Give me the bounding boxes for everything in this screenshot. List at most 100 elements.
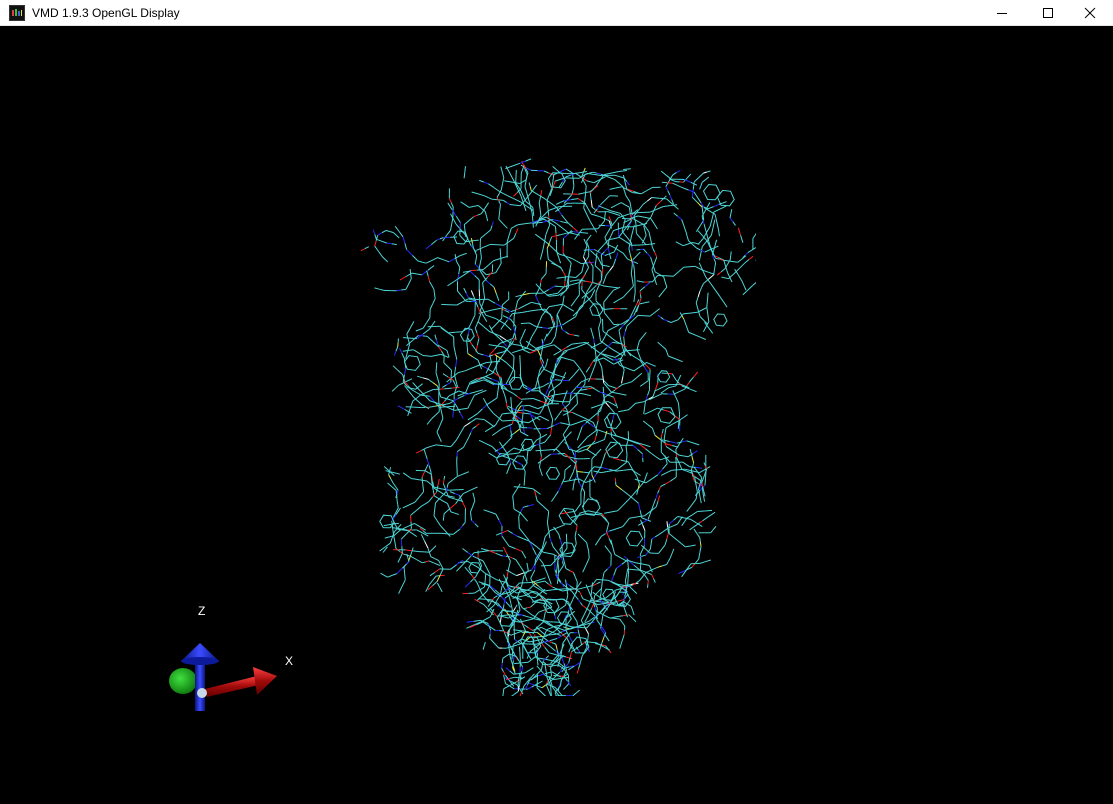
bond-line	[478, 581, 484, 584]
bond-line	[609, 617, 615, 619]
protein-structure[interactable]	[356, 136, 756, 696]
bond-line	[661, 181, 668, 184]
bond-line	[577, 503, 582, 508]
bond-line	[591, 474, 594, 479]
bond-line	[463, 172, 466, 179]
bond-line	[582, 448, 587, 452]
bond-line	[465, 292, 470, 299]
bond-line	[604, 195, 611, 201]
bond-line	[578, 482, 583, 488]
bond-line	[582, 251, 586, 257]
bond-line	[513, 192, 518, 197]
bond-line	[518, 603, 521, 611]
maximize-button[interactable]	[1025, 0, 1071, 26]
bond-line	[526, 351, 531, 354]
bond-line	[614, 553, 622, 559]
minimize-button[interactable]	[979, 0, 1025, 26]
bond-line	[600, 274, 603, 280]
bond-line	[572, 226, 578, 232]
bond-line	[496, 307, 501, 310]
bond-line	[657, 341, 663, 347]
bond-line	[586, 394, 592, 397]
bond-line	[601, 336, 606, 343]
bond-line	[636, 299, 640, 303]
bond-line	[426, 336, 434, 342]
bond-line	[536, 378, 539, 384]
bond-line	[544, 438, 549, 443]
bond-line	[421, 477, 424, 485]
bond-line	[539, 254, 543, 260]
bond-line	[538, 315, 543, 323]
bond-line	[468, 432, 472, 437]
bond-line	[518, 305, 526, 310]
bond-line	[449, 495, 455, 498]
bond-line	[463, 252, 467, 255]
bond-line	[639, 549, 643, 555]
bond-line	[541, 692, 547, 696]
bond-line	[469, 270, 475, 276]
opengl-display-canvas[interactable]: Z X	[1, 26, 1112, 803]
bond-line	[659, 197, 667, 200]
bond-line	[401, 288, 406, 291]
bond-line	[471, 191, 479, 195]
bond-line	[583, 181, 587, 187]
bond-line	[479, 601, 485, 606]
bond-line	[506, 234, 510, 242]
bond-line	[651, 536, 656, 540]
bond-line	[430, 556, 435, 560]
bond-line	[520, 169, 524, 174]
bond-line	[557, 558, 559, 564]
bond-line	[461, 392, 466, 395]
bond-line	[423, 449, 427, 455]
bond-line	[401, 352, 405, 359]
bond-line	[421, 261, 427, 264]
bond-line	[526, 611, 533, 616]
bond-line	[531, 212, 534, 221]
bond-line	[573, 360, 578, 365]
bond-line	[437, 478, 440, 486]
bond-line	[470, 238, 473, 244]
bond-line	[597, 588, 602, 593]
bond-line	[535, 383, 538, 388]
bond-line	[691, 455, 695, 464]
bond-line	[574, 279, 579, 282]
bond-line	[621, 559, 628, 565]
bond-line	[676, 170, 681, 174]
bond-line	[715, 257, 720, 260]
bond-line	[407, 349, 414, 351]
bond-line	[573, 368, 580, 376]
bond-line	[395, 234, 400, 239]
bond-line	[542, 241, 545, 250]
bond-line	[377, 232, 383, 236]
bond-line	[407, 557, 410, 562]
bond-line	[520, 507, 524, 513]
bond-line	[410, 555, 417, 560]
close-button[interactable]	[1067, 0, 1113, 26]
bond-line	[540, 276, 544, 280]
bond-line	[567, 194, 573, 200]
bond-line	[447, 281, 455, 287]
bond-line	[702, 515, 710, 522]
bond-line	[483, 366, 488, 370]
bond-line	[560, 565, 564, 570]
bond-line	[515, 344, 520, 346]
bond-line	[454, 493, 460, 496]
bond-line	[485, 376, 492, 380]
bond-line	[708, 327, 714, 334]
bond-line	[527, 566, 529, 571]
bond-line	[374, 287, 380, 290]
title-bar[interactable]: VMD 1.9.3 OpenGL Display	[0, 0, 1113, 26]
ring-side-chain	[545, 466, 561, 480]
bond-line	[654, 308, 661, 313]
bond-line	[476, 333, 480, 339]
bond-line	[577, 419, 586, 424]
bond-line	[552, 546, 558, 553]
bond-line	[566, 409, 569, 418]
bond-line	[422, 322, 427, 329]
bond-line	[672, 182, 679, 187]
bond-line	[546, 293, 553, 296]
bond-line	[535, 233, 542, 240]
bond-line	[458, 267, 461, 275]
bond-line	[618, 410, 624, 413]
bond-line	[696, 533, 701, 539]
